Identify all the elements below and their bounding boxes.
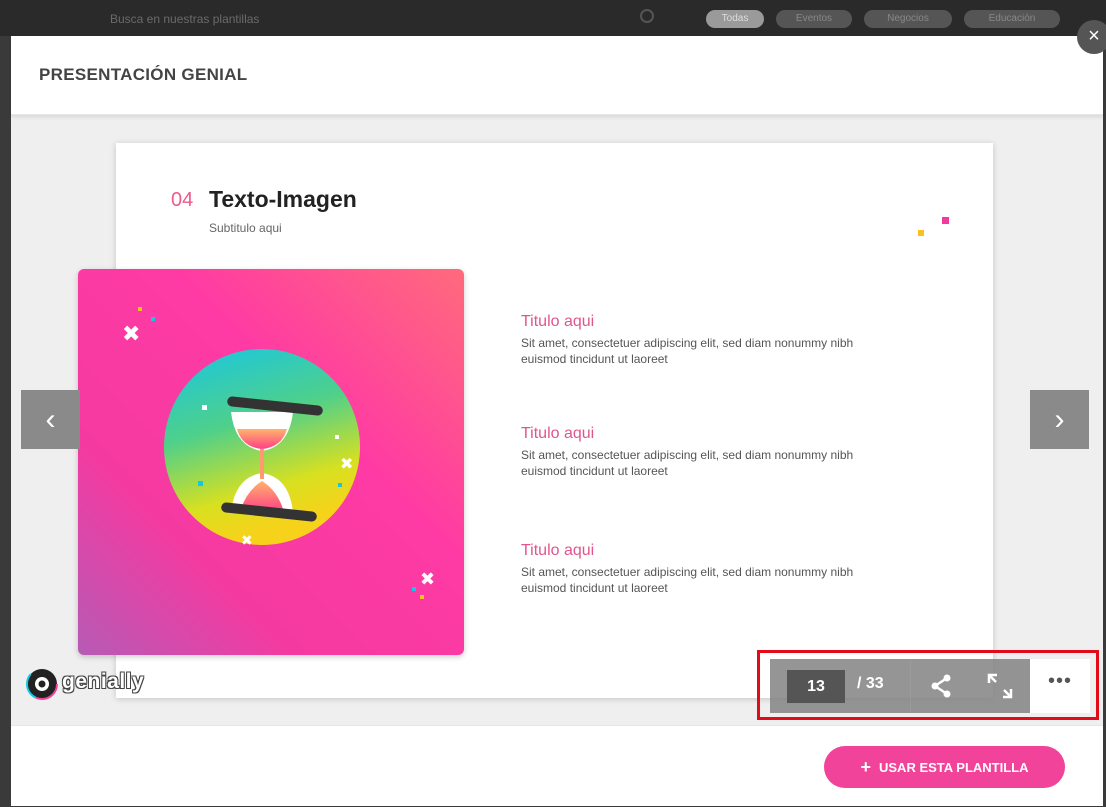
modal-header: PRESENTACIÓN GENIAL xyxy=(11,36,1103,115)
genially-logo-icon xyxy=(26,668,58,700)
svg-text:✖: ✖ xyxy=(420,569,435,590)
svg-text:✖: ✖ xyxy=(241,533,253,549)
use-template-label: USAR ESTA PLANTILLA xyxy=(879,760,1029,775)
text-block-body: Sit amet, consectetuer adipiscing elit, … xyxy=(521,565,854,595)
plus-icon: + xyxy=(860,757,871,777)
text-block-title: Titulo aqui xyxy=(521,425,595,442)
chevron-left-icon: ‹ xyxy=(45,403,56,436)
highlight-annotation xyxy=(757,650,1099,720)
text-block: Titulo aqui Sit amet, consectetuer adipi… xyxy=(521,425,881,479)
slide-number: 04 xyxy=(171,189,194,211)
genially-logo-text: genially xyxy=(62,670,145,693)
search-icon xyxy=(640,9,654,23)
background-filter-pill: Negocios xyxy=(864,10,952,28)
background-filter-pill: Educación xyxy=(964,10,1060,28)
slide-image: ✖ ✖ ✖ ✖ xyxy=(78,269,464,655)
next-slide-button[interactable]: › xyxy=(1030,390,1089,449)
decorative-square xyxy=(942,217,949,224)
svg-text:✖: ✖ xyxy=(122,322,140,347)
text-block-body: Sit amet, consectetuer adipiscing elit, … xyxy=(521,448,854,478)
decorative-square xyxy=(918,230,924,236)
svg-text:✖: ✖ xyxy=(340,454,353,473)
hourglass-illustration: ✖ ✖ ✖ ✖ xyxy=(122,307,435,599)
text-block-title: Titulo aqui xyxy=(521,313,595,330)
close-icon: × xyxy=(1088,25,1100,47)
text-block: Titulo aqui Sit amet, consectetuer adipi… xyxy=(521,313,881,367)
use-template-button[interactable]: + USAR ESTA PLANTILLA xyxy=(824,746,1065,788)
close-button[interactable]: × xyxy=(1077,20,1106,54)
text-block: Titulo aqui Sit amet, consectetuer adipi… xyxy=(521,542,881,596)
text-block-title: Titulo aqui xyxy=(521,542,595,559)
modal-title: PRESENTACIÓN GENIAL xyxy=(39,65,248,84)
chevron-right-icon: › xyxy=(1054,403,1065,436)
slide-subtitle: Subtitulo aqui xyxy=(209,221,282,235)
background-app-bar: Busca en nuestras plantillas Todas Event… xyxy=(0,0,1106,36)
previous-slide-button[interactable]: ‹ xyxy=(21,390,80,449)
background-filter-pill: Todas xyxy=(706,10,764,28)
background-search-input: Busca en nuestras plantillas xyxy=(110,12,260,26)
text-block-body: Sit amet, consectetuer adipiscing elit, … xyxy=(521,336,854,366)
background-filter-pill: Eventos xyxy=(776,10,852,28)
slide-heading: Texto-Imagen xyxy=(209,186,357,212)
